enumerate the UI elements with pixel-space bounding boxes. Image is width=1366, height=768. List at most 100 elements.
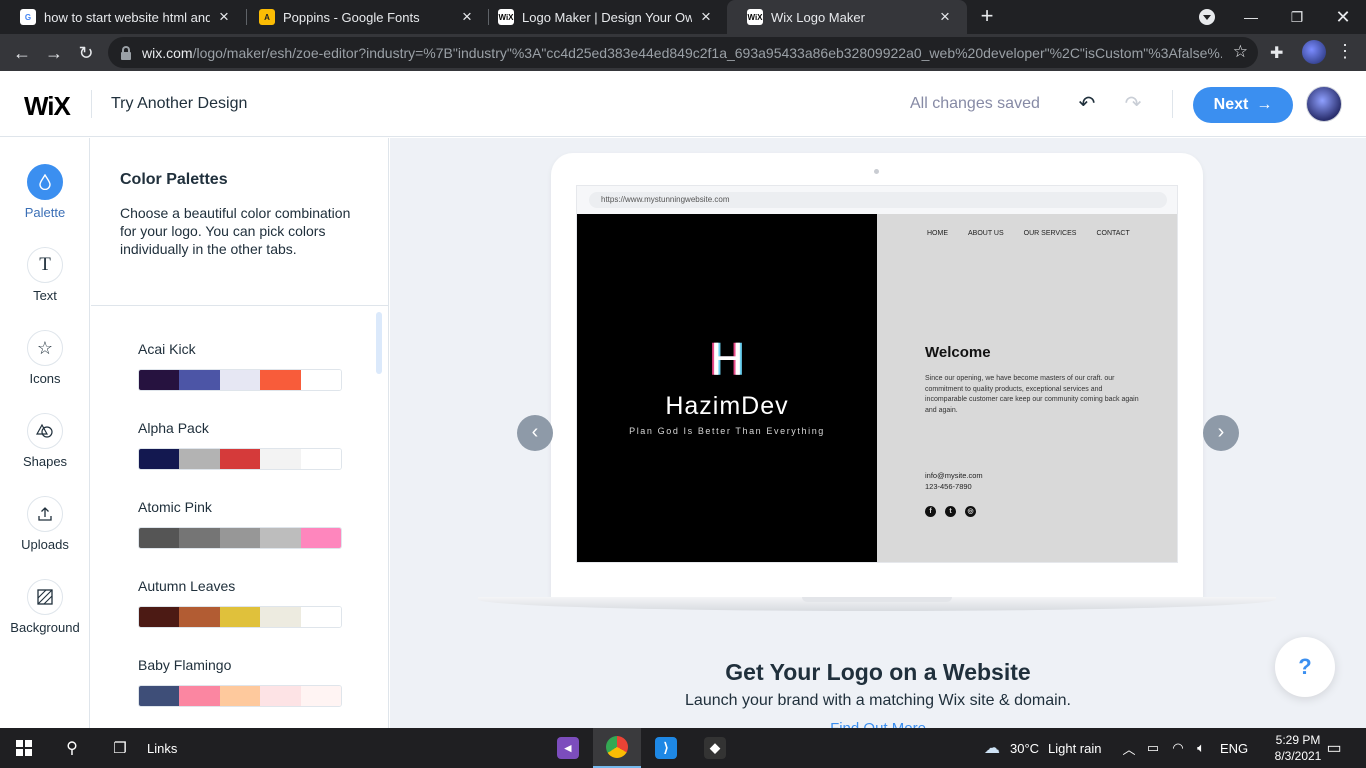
- windows-start-icon[interactable]: [0, 728, 48, 768]
- taskbar-app-vscode[interactable]: ⟩: [642, 728, 690, 768]
- clock[interactable]: 5:29 PM 8/3/2021: [1270, 728, 1326, 768]
- rail-label: Text: [33, 288, 57, 303]
- rail-item-palette[interactable]: Palette: [0, 164, 90, 220]
- undo-icon[interactable]: ↶: [1076, 91, 1098, 115]
- back-arrow-icon[interactable]: ←: [9, 40, 35, 66]
- color-swatch: [300, 449, 341, 469]
- next-button[interactable]: Next →: [1193, 87, 1293, 123]
- color-swatch: [300, 528, 341, 548]
- task-view-icon[interactable]: ❐: [96, 728, 144, 768]
- chrome-icon: [606, 736, 628, 758]
- palette-option[interactable]: Autumn Leaves: [138, 578, 342, 628]
- bookmark-star-icon[interactable]: ☆: [1233, 42, 1248, 62]
- palette-swatches: [138, 527, 342, 549]
- unity-icon: ◆: [704, 737, 726, 759]
- profile-avatar[interactable]: [1302, 40, 1326, 64]
- extensions-puzzle-icon[interactable]: ✚: [1270, 43, 1288, 62]
- color-swatch: [179, 528, 220, 548]
- palette-swatches: [138, 369, 342, 391]
- close-icon[interactable]: ×: [937, 8, 953, 25]
- links-toolbar[interactable]: Links: [147, 728, 177, 768]
- palette-name: Atomic Pink: [138, 499, 212, 515]
- browser-tab-active[interactable]: WiX Wix Logo Maker ×: [727, 0, 967, 34]
- language-indicator[interactable]: ENG: [1220, 728, 1248, 768]
- rail-label: Background: [10, 620, 80, 635]
- help-button[interactable]: ?: [1275, 637, 1335, 697]
- search-icon[interactable]: ⚲: [48, 728, 96, 768]
- rail-item-uploads[interactable]: Uploads: [0, 496, 90, 552]
- new-tab-button[interactable]: +: [976, 5, 998, 27]
- header-divider: [91, 90, 92, 118]
- rail-item-text[interactable]: T Text: [0, 247, 90, 303]
- next-button-label: Next: [1213, 96, 1249, 113]
- close-icon[interactable]: ×: [216, 8, 232, 25]
- browser-toolbar: ← → ↻ wix.com/logo/maker/esh/zoe-editor?…: [0, 34, 1366, 71]
- tab-search-icon[interactable]: [1199, 9, 1215, 25]
- user-avatar[interactable]: [1306, 86, 1342, 122]
- rail-label: Icons: [29, 371, 61, 386]
- color-swatch: [179, 686, 220, 706]
- taskbar-app-visual-studio[interactable]: ◂: [544, 728, 592, 768]
- vscode-icon: ⟩: [655, 737, 677, 759]
- chevron-right-icon[interactable]: ›: [1203, 415, 1239, 451]
- color-swatch: [139, 686, 180, 706]
- try-another-design-link[interactable]: Try Another Design: [111, 95, 247, 113]
- tab-title: how to start website html and cs: [44, 9, 210, 25]
- window-close-button[interactable]: ✕: [1320, 0, 1366, 34]
- color-swatch: [260, 607, 301, 627]
- rail-item-shapes[interactable]: Shapes: [0, 413, 90, 469]
- wix-logo[interactable]: WiX: [24, 91, 71, 122]
- upload-icon: [27, 496, 63, 532]
- panel-scrollbar[interactable]: [376, 312, 382, 374]
- color-swatch: [139, 607, 180, 627]
- redo-icon[interactable]: ↷: [1122, 91, 1144, 115]
- preview-canvas: https://www.mystunningwebsite.com H Hazi…: [390, 138, 1366, 728]
- taskbar-app-chrome[interactable]: [593, 728, 641, 768]
- palette-name: Baby Flamingo: [138, 657, 232, 673]
- browser-tab[interactable]: WiX Logo Maker | Design Your Own B ×: [478, 0, 728, 34]
- taskbar-app-unity[interactable]: ◆: [691, 728, 739, 768]
- rail-item-background[interactable]: Background: [0, 579, 90, 635]
- palette-option[interactable]: Acai Kick: [138, 341, 342, 391]
- reload-icon[interactable]: ↻: [73, 40, 99, 66]
- welcome-heading: Welcome: [925, 344, 991, 361]
- weather-temp[interactable]: 30°C: [1010, 728, 1039, 768]
- rail-item-icons[interactable]: ☆ Icons: [0, 330, 90, 386]
- mini-url: https://www.mystunningwebsite.com: [589, 192, 1167, 208]
- browser-tab[interactable]: A Poppins - Google Fonts ×: [239, 0, 489, 34]
- volume-icon[interactable]: 🔈︎: [1192, 728, 1210, 768]
- cta-subtitle: Launch your brand with a matching Wix si…: [685, 692, 1071, 709]
- palette-name: Acai Kick: [138, 341, 196, 357]
- website-preview: https://www.mystunningwebsite.com H Hazi…: [576, 185, 1178, 563]
- chevron-left-icon[interactable]: ‹: [517, 415, 553, 451]
- address-bar[interactable]: wix.com/logo/maker/esh/zoe-editor?indust…: [108, 37, 1258, 68]
- weather-text[interactable]: Light rain: [1048, 728, 1101, 768]
- minimize-button[interactable]: —: [1228, 0, 1274, 34]
- palette-option[interactable]: Alpha Pack: [138, 420, 342, 470]
- logo-area[interactable]: H HazimDev Plan God Is Better Than Every…: [577, 214, 877, 562]
- laptop-camera: [874, 169, 879, 174]
- battery-icon[interactable]: ▭: [1144, 728, 1162, 768]
- cta-link[interactable]: Find Out More: [390, 720, 1366, 728]
- url-text[interactable]: wix.com/logo/maker/esh/zoe-editor?indust…: [142, 45, 1222, 61]
- palette-option[interactable]: Atomic Pink: [138, 499, 342, 549]
- clock-time: 5:29 PM: [1275, 733, 1321, 747]
- notification-icon[interactable]: ▭: [1322, 728, 1346, 768]
- close-icon[interactable]: ×: [698, 8, 714, 25]
- site-content: HOME ABOUT US OUR SERVICES CONTACT Welco…: [877, 214, 1177, 562]
- restore-button[interactable]: ❐: [1274, 0, 1320, 34]
- color-swatch: [219, 607, 261, 627]
- facebook-icon: f: [925, 506, 936, 517]
- palette-option[interactable]: Baby Flamingo: [138, 657, 342, 707]
- palette-swatches: [138, 448, 342, 470]
- color-swatch: [139, 528, 180, 548]
- shapes-icon: [27, 413, 63, 449]
- browser-tab[interactable]: G how to start website html and cs ×: [0, 0, 246, 34]
- wifi-icon[interactable]: ◠: [1168, 728, 1188, 768]
- background-icon: [27, 579, 63, 615]
- close-icon[interactable]: ×: [459, 8, 475, 25]
- chevron-up-icon[interactable]: ︿: [1120, 728, 1138, 768]
- forward-arrow-icon[interactable]: →: [41, 40, 67, 66]
- more-menu-icon[interactable]: ⋮: [1336, 40, 1354, 64]
- color-swatch: [300, 686, 341, 706]
